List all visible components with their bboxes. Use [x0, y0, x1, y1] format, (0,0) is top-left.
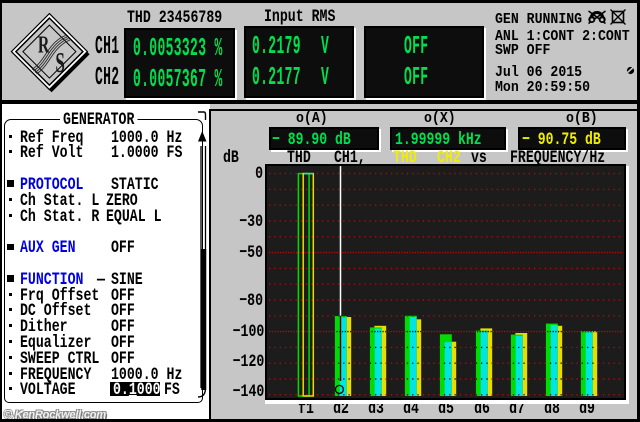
svg-text:R: R — [38, 32, 50, 58]
svg-text:S: S — [55, 48, 65, 79]
